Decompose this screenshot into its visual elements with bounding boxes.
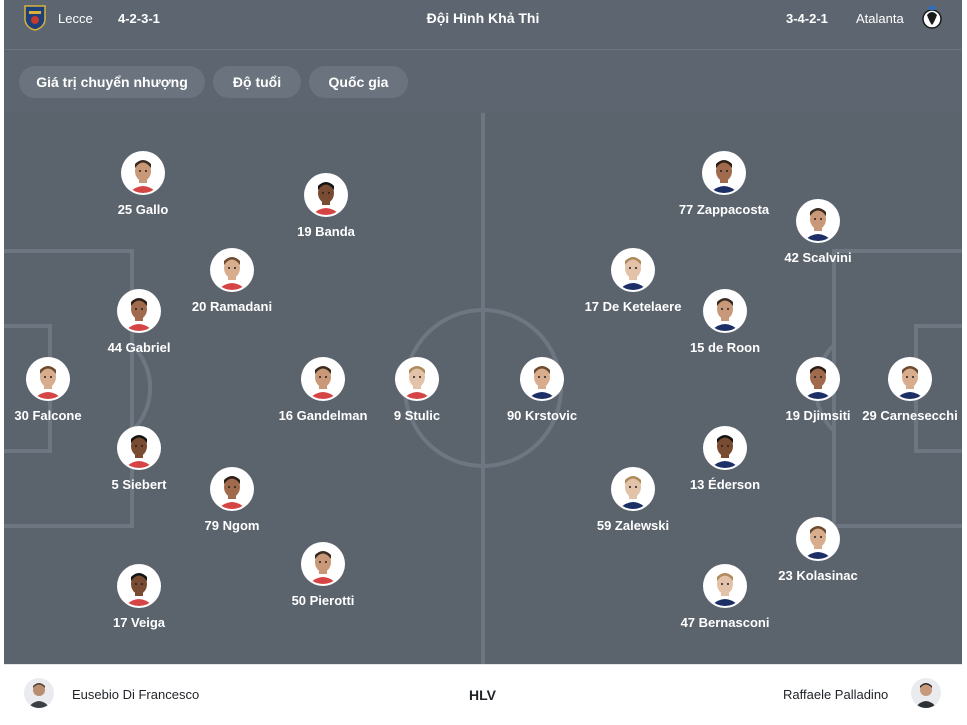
player-avatar[interactable]	[212, 469, 252, 509]
player-avatar[interactable]	[303, 544, 343, 584]
coach-label: HLV	[469, 687, 496, 703]
player-avatar[interactable]	[119, 566, 159, 606]
player-avatar[interactable]	[397, 359, 437, 399]
player-avatar[interactable]	[28, 359, 68, 399]
home-player[interactable]: 17 Veiga	[84, 566, 194, 631]
player-name[interactable]: 9 Stulic	[362, 408, 472, 424]
player-name[interactable]: 15 de Roon	[670, 340, 780, 356]
player-avatar[interactable]	[798, 359, 838, 399]
player-avatar[interactable]	[704, 153, 744, 193]
player-avatar[interactable]	[303, 359, 343, 399]
player-avatar[interactable]	[705, 428, 745, 468]
player-name[interactable]: 42 Scalvini	[763, 250, 873, 266]
player-avatar[interactable]	[123, 153, 163, 193]
home-player[interactable]: 79 Ngom	[177, 469, 287, 534]
player-avatar[interactable]	[705, 291, 745, 331]
filter-bar: Giá trị chuyển nhượng Độ tuổi Quốc gia	[4, 50, 962, 113]
home-player[interactable]: 44 Gabriel	[84, 291, 194, 356]
away-player[interactable]: 90 Krstovic	[487, 359, 597, 424]
player-name[interactable]: 59 Zalewski	[578, 518, 688, 534]
player-avatar[interactable]	[522, 359, 562, 399]
player-name[interactable]: 50 Pierotti	[268, 593, 378, 609]
player-avatar[interactable]	[613, 250, 653, 290]
coach-bar: Eusebio Di Francesco HLV Raffaele Pallad…	[4, 664, 962, 725]
player-avatar[interactable]	[119, 428, 159, 468]
player-name[interactable]: 25 Gallo	[88, 202, 198, 218]
home-coach-name[interactable]: Eusebio Di Francesco	[72, 687, 199, 702]
player-avatar[interactable]	[798, 519, 838, 559]
atalanta-crest-icon[interactable]	[922, 5, 942, 31]
home-player[interactable]: 50 Pierotti	[268, 544, 378, 609]
player-name[interactable]: 44 Gabriel	[84, 340, 194, 356]
away-formation: 3-4-2-1	[786, 11, 828, 26]
home-player[interactable]: 25 Gallo	[88, 153, 198, 218]
lineup-header: Lecce 4-2-3-1 Đội Hình Khả Thi 3-4-2-1 A…	[4, 0, 962, 50]
away-coach-name[interactable]: Raffaele Palladino	[783, 687, 888, 702]
away-player[interactable]: 42 Scalvini	[763, 201, 873, 266]
player-name[interactable]: 90 Krstovic	[487, 408, 597, 424]
filter-chip-age[interactable]: Độ tuổi	[213, 66, 301, 98]
player-avatar[interactable]	[613, 469, 653, 509]
away-player[interactable]: 47 Bernasconi	[670, 566, 780, 631]
home-player[interactable]: 9 Stulic	[362, 359, 472, 424]
player-avatar[interactable]	[890, 359, 930, 399]
away-team-name[interactable]: Atalanta	[856, 11, 904, 26]
filter-chip-nationality[interactable]: Quốc gia	[309, 66, 408, 98]
player-avatar[interactable]	[119, 291, 159, 331]
home-player[interactable]: 30 Falcone	[4, 359, 103, 424]
filter-chip-transfer-value[interactable]: Giá trị chuyển nhượng	[19, 66, 205, 98]
player-name[interactable]: 47 Bernasconi	[670, 615, 780, 631]
away-coach-avatar[interactable]	[911, 678, 941, 708]
player-name[interactable]: 17 Veiga	[84, 615, 194, 631]
player-avatar[interactable]	[212, 250, 252, 290]
away-player[interactable]: 29 Carnesecchi	[855, 359, 962, 424]
away-player[interactable]: 15 de Roon	[670, 291, 780, 356]
player-name[interactable]: 79 Ngom	[177, 518, 287, 534]
lineup-widget: Lecce 4-2-3-1 Đội Hình Khả Thi 3-4-2-1 A…	[4, 0, 962, 725]
player-name[interactable]: 29 Carnesecchi	[855, 408, 962, 424]
home-player[interactable]: 19 Banda	[271, 175, 381, 240]
player-avatar[interactable]	[798, 201, 838, 241]
player-name[interactable]: 19 Banda	[271, 224, 381, 240]
home-coach-avatar[interactable]	[24, 678, 54, 708]
player-name[interactable]: 30 Falcone	[4, 408, 103, 424]
player-avatar[interactable]	[705, 566, 745, 606]
player-avatar[interactable]	[306, 175, 346, 215]
away-player[interactable]: 59 Zalewski	[578, 469, 688, 534]
pitch: 25 Gallo 19 Banda 20 Ramadani 44 Gabriel 30 …	[4, 113, 962, 664]
